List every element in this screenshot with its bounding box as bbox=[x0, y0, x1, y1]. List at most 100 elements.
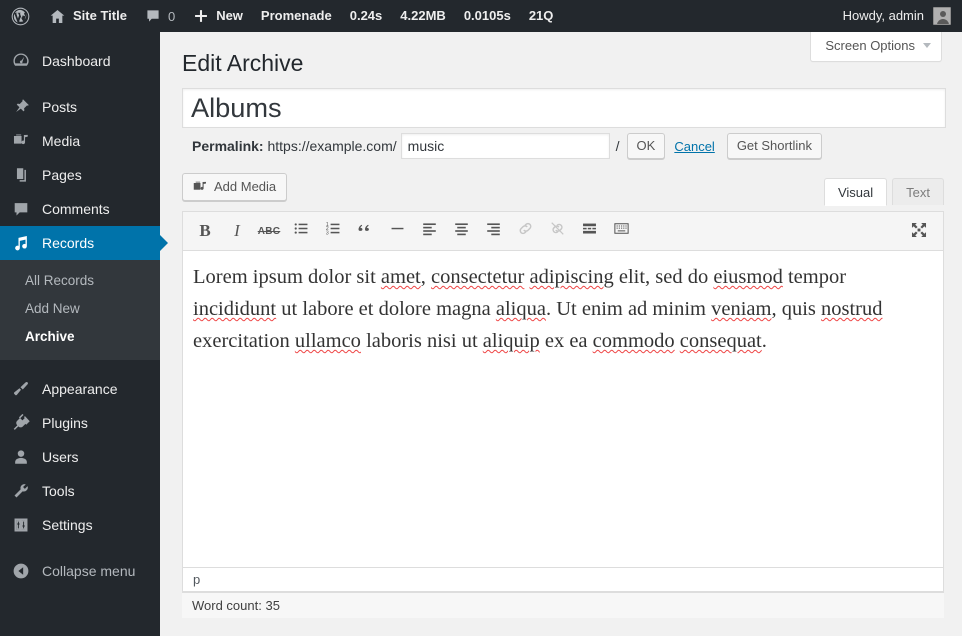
permalink-slug-input[interactable] bbox=[400, 133, 610, 159]
misspelled-word: adipiscing bbox=[529, 266, 614, 288]
text-run: exercitation bbox=[193, 330, 295, 352]
editor-region: Add Media Visual Text B I ABC 1 2 3 Lore… bbox=[182, 173, 944, 618]
insert-link-button[interactable] bbox=[510, 216, 540, 246]
home-icon bbox=[49, 8, 66, 25]
permalink-cancel-link[interactable]: Cancel bbox=[674, 139, 714, 154]
site-title-label: Site Title bbox=[73, 8, 127, 23]
align-right-button[interactable] bbox=[478, 216, 508, 246]
permalink-label-text: Permalink: bbox=[192, 138, 264, 154]
sidebar-item-label: Media bbox=[42, 133, 81, 149]
add-media-button[interactable]: Add Media bbox=[182, 173, 288, 201]
sidebar-item-media[interactable]: Media bbox=[0, 124, 160, 158]
svg-text:3: 3 bbox=[325, 230, 328, 236]
bold-button[interactable]: B bbox=[190, 216, 220, 246]
toolbar-toggle-button[interactable] bbox=[606, 216, 636, 246]
my-account-menu[interactable]: Howdy, admin bbox=[843, 0, 962, 32]
align-left-button[interactable] bbox=[414, 216, 444, 246]
text-run: Lorem ipsum dolor sit bbox=[193, 266, 381, 288]
distraction-free-button[interactable] bbox=[904, 217, 934, 247]
sidebar-item-label: Posts bbox=[42, 99, 78, 115]
sidebar-item-label: Pages bbox=[42, 167, 82, 183]
submenu-item-label: Add New bbox=[25, 301, 80, 316]
remove-link-button[interactable] bbox=[542, 216, 572, 246]
strikethrough-button[interactable]: ABC bbox=[254, 216, 284, 246]
add-media-label: Add Media bbox=[214, 179, 277, 194]
editor-tools: Add Media Visual Text bbox=[182, 173, 944, 211]
comment-bubble-icon bbox=[11, 200, 31, 218]
sidebar-item-label: Plugins bbox=[42, 415, 88, 431]
unlink-icon bbox=[549, 220, 566, 242]
screen-meta-links: Screen Options bbox=[810, 32, 942, 62]
horizontal-rule-button[interactable] bbox=[382, 216, 412, 246]
sidebar-item-settings[interactable]: Settings bbox=[0, 508, 160, 542]
submenu-item-add-new[interactable]: Add New bbox=[0, 295, 160, 323]
theme-name-menu[interactable]: Promenade bbox=[252, 0, 341, 32]
bulleted-list-button[interactable] bbox=[286, 216, 316, 246]
screen-options-button[interactable]: Screen Options bbox=[810, 32, 942, 62]
debug-query-count[interactable]: 21Q bbox=[520, 0, 563, 32]
sidebar-item-label: Settings bbox=[42, 517, 93, 533]
sidebar-item-tools[interactable]: Tools bbox=[0, 474, 160, 508]
paintbrush-icon bbox=[11, 380, 31, 398]
sidebar-item-label: Tools bbox=[42, 483, 75, 499]
sidebar-item-pages[interactable]: Pages bbox=[0, 158, 160, 192]
query-time-label: 0.0105s bbox=[463, 8, 511, 23]
screen-options-label: Screen Options bbox=[825, 38, 915, 53]
debug-load-time[interactable]: 0.24s bbox=[341, 0, 392, 32]
blockquote-button[interactable] bbox=[350, 216, 380, 246]
tab-text[interactable]: Text bbox=[892, 178, 944, 205]
main-content: Screen Options Edit Archive Permalink: h… bbox=[160, 32, 962, 636]
misspelled-word: veniam bbox=[711, 298, 772, 320]
query-count-label: 21Q bbox=[528, 8, 554, 23]
admin-bar: Site Title 0 New Promenade 0.24s 4.22MB … bbox=[0, 0, 962, 32]
media-icon bbox=[192, 179, 208, 195]
collapse-menu-button[interactable]: Collapse menu bbox=[0, 554, 160, 588]
sidebar-item-records[interactable]: Records bbox=[0, 226, 168, 260]
debug-query-time[interactable]: 0.0105s bbox=[455, 0, 520, 32]
text-run: . Ut enim ad minim bbox=[545, 298, 712, 320]
comments-menu[interactable]: 0 bbox=[136, 0, 184, 32]
post-title-input[interactable] bbox=[182, 88, 946, 128]
editor-mode-tabs: Visual Text bbox=[819, 173, 944, 206]
admin-menu-top: Dashboard Posts Media Pages Comments Rec… bbox=[0, 32, 168, 588]
site-name-menu[interactable]: Site Title bbox=[40, 0, 136, 32]
tab-visual[interactable]: Visual bbox=[823, 178, 888, 206]
new-content-menu[interactable]: New bbox=[184, 0, 252, 32]
kitchen-sink-icon bbox=[613, 220, 630, 242]
sidebar-item-label: Users bbox=[42, 449, 79, 465]
sidebar-item-dashboard[interactable]: Dashboard bbox=[0, 44, 160, 78]
pin-icon bbox=[11, 98, 31, 116]
submenu-item-all-records[interactable]: All Records bbox=[0, 267, 160, 295]
read-more-button[interactable] bbox=[574, 216, 604, 246]
text-run: laboris nisi ut bbox=[360, 330, 483, 352]
numbered-list-button[interactable]: 1 2 3 bbox=[318, 216, 348, 246]
chevron-down-icon bbox=[923, 43, 931, 48]
align-center-button[interactable] bbox=[446, 216, 476, 246]
records-submenu: All Records Add New Archive bbox=[0, 260, 160, 360]
misspelled-word: commodo bbox=[592, 330, 675, 352]
italic-button[interactable]: I bbox=[222, 216, 252, 246]
sidebar-item-plugins[interactable]: Plugins bbox=[0, 406, 160, 440]
debug-memory[interactable]: 4.22MB bbox=[391, 0, 455, 32]
new-label: New bbox=[216, 8, 243, 23]
align-left-icon bbox=[421, 220, 438, 242]
misspelled-word: ullamco bbox=[294, 330, 361, 352]
misspelled-word: aliqua bbox=[495, 298, 546, 320]
sidebar-item-posts[interactable]: Posts bbox=[0, 90, 160, 124]
permalink-base-url: https://example.com/ bbox=[267, 138, 397, 154]
load-time-label: 0.24s bbox=[349, 8, 383, 23]
misspelled-word: aliquip bbox=[482, 330, 540, 352]
permalink-ok-button[interactable]: OK bbox=[626, 133, 666, 159]
editor-paragraph: Lorem ipsum dolor sit amet, consectetur … bbox=[193, 261, 929, 357]
sidebar-item-users[interactable]: Users bbox=[0, 440, 160, 474]
wordpress-logo-button[interactable] bbox=[0, 0, 40, 32]
distraction-free-icon bbox=[910, 221, 928, 244]
text-run: tempor bbox=[782, 266, 847, 288]
sidebar-item-comments[interactable]: Comments bbox=[0, 192, 160, 226]
word-count-status: Word count: 35 bbox=[182, 592, 944, 618]
get-shortlink-button[interactable]: Get Shortlink bbox=[726, 133, 822, 159]
sidebar-item-appearance[interactable]: Appearance bbox=[0, 372, 160, 406]
editor-content-area[interactable]: Lorem ipsum dolor sit amet, consectetur … bbox=[183, 251, 943, 567]
submenu-item-archive[interactable]: Archive bbox=[0, 323, 160, 351]
horizontal-rule-icon bbox=[389, 220, 406, 242]
